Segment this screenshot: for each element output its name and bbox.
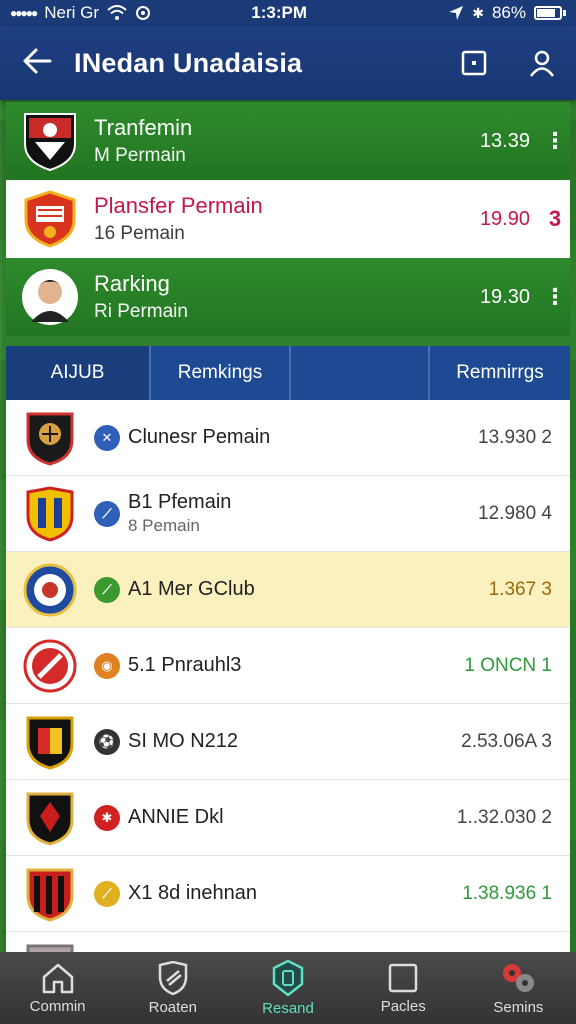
card-more-label[interactable]: 3 [540, 206, 570, 232]
club-list: ✕ Clunesr Pemain 13.930 2 ⟋ B1 Pfemain 8… [6, 400, 570, 952]
crest-icon [6, 410, 94, 466]
status-dot-icon: ⟋ [94, 500, 120, 527]
bluetooth-icon: ✱ [472, 4, 484, 21]
status-right: ✱ 86% [448, 3, 566, 23]
battery-label: 86% [491, 3, 526, 22]
badge-icon [272, 959, 304, 996]
crest-icon [6, 866, 94, 922]
card-transfer[interactable]: Tranfemin M Permain 13.39 ⋮ [6, 102, 570, 180]
gears-icon [503, 963, 535, 992]
club-value: 2.53.06A 3 [461, 730, 552, 752]
card-title: Tranfemin [94, 115, 193, 140]
club-name: SI MO N212 [128, 730, 239, 752]
card-value: 19.90 [479, 207, 530, 230]
list-item-partial[interactable] [6, 932, 570, 952]
page-title: INedan Unadaisia [74, 47, 303, 78]
status-dot-icon: ◉ [94, 652, 120, 679]
bottom-navigation: Commin Roaten Resand Pacles Semins [0, 952, 576, 1024]
location-icon [449, 6, 464, 20]
status-time: 1:3:PM [251, 3, 307, 22]
card-value: 13.39 [479, 129, 530, 152]
crest-icon [6, 485, 94, 542]
club-sub: 8 Pemain [128, 516, 200, 535]
nav-label: Roaten [148, 998, 197, 1016]
card-plansfer[interactable]: Plansfer Permain 16 Pemain 19.90 3 [6, 180, 570, 258]
list-item[interactable]: ⚽ SI MO N212 2.53.06A 3 [6, 704, 570, 780]
shield-icon [158, 960, 188, 995]
square-icon [461, 50, 487, 76]
carrier-label: Neri Gr [44, 3, 100, 22]
club-name: Clunesr Pemain [128, 426, 271, 448]
crest-icon [6, 790, 94, 846]
crest-icon [6, 714, 94, 770]
list-item[interactable]: ⟋ B1 Pfemain 8 Pemain 12.980 4 [6, 476, 570, 552]
tab-bar: AIJUB Remkings Remnirrgs [6, 346, 570, 400]
club-value: 1 ONCN 1 [464, 654, 552, 676]
tab-remnirrgs[interactable]: Remnirrgs [430, 346, 570, 400]
square-button[interactable] [440, 50, 508, 76]
nav-label: Resand [262, 999, 314, 1017]
club-name: A1 Mer GClub [128, 578, 255, 600]
tab-empty[interactable] [291, 346, 430, 400]
player-avatar [6, 268, 94, 326]
status-bar: ●●●●● Neri Gr 1:3:PM ✱ 86% [0, 0, 576, 26]
card-subtitle: M Permain [94, 145, 186, 166]
club-value: 13.930 2 [478, 426, 552, 448]
club-value: 1..32.030 2 [456, 806, 552, 828]
crest-icon [6, 639, 94, 693]
more-options-icon[interactable]: ⋮ [540, 284, 570, 310]
nav-semins[interactable]: Semins [461, 952, 576, 1024]
back-arrow-icon [23, 48, 52, 73]
club-name: B1 Pfemain [128, 491, 232, 513]
card-subtitle: 16 Pemain [94, 223, 185, 244]
card-subtitle: Ri Permain [94, 301, 188, 322]
soccer-ball-icon: ⚽ [94, 728, 120, 755]
status-dot-icon: ⟋ [94, 880, 120, 907]
nav-commin[interactable]: Commin [0, 952, 115, 1024]
nav-roaten[interactable]: Roaten [115, 952, 230, 1024]
profile-button[interactable] [508, 49, 576, 77]
square-icon [388, 963, 418, 992]
card-ranking[interactable]: Rarking Ri Permain 19.30 ⋮ [6, 258, 570, 336]
crest-icon [6, 110, 94, 172]
club-name: 5.1 Pnrauhl3 [128, 654, 242, 676]
list-item[interactable]: ◉ 5.1 Pnrauhl3 1 ONCN 1 [6, 628, 570, 704]
club-name: X1 8d inehnan [128, 882, 258, 904]
home-icon [42, 963, 73, 993]
app-bar: INedan Unadaisia [0, 26, 576, 100]
battery-icon [534, 6, 562, 20]
crest-icon [6, 563, 94, 617]
battery-tip [563, 10, 566, 16]
status-dot-icon: ⟋ [94, 576, 120, 603]
crest-icon [6, 942, 94, 952]
sync-icon [136, 6, 151, 20]
tab-aijub[interactable]: AIJUB [6, 346, 151, 400]
card-value: 19.30 [479, 285, 530, 308]
nav-pacles[interactable]: Pacles [346, 952, 461, 1024]
club-value: 1.367 3 [488, 578, 552, 600]
list-item[interactable]: ✕ Clunesr Pemain 13.930 2 [6, 400, 570, 476]
wifi-icon [107, 5, 127, 20]
status-dot-icon: ✕ [94, 424, 120, 451]
more-options-icon[interactable]: ⋮ [540, 128, 570, 154]
card-title: Rarking [94, 271, 170, 296]
signal-icon: ●●●●● [10, 6, 38, 20]
list-item-highlighted[interactable]: ⟋ A1 Mer GClub 1.367 3 [6, 552, 570, 628]
club-value: 12.980 4 [478, 502, 552, 524]
nav-label: Pacles [380, 997, 426, 1015]
back-button[interactable] [0, 44, 74, 83]
list-item[interactable]: ⟋ X1 8d inehnan 1.38.936 1 [6, 856, 570, 932]
crest-icon [6, 190, 94, 248]
user-icon [529, 50, 555, 77]
list-item[interactable]: ✱ ANNIE Dkl 1..32.030 2 [6, 780, 570, 856]
club-name: ANNIE Dkl [128, 806, 224, 828]
nav-resand[interactable]: Resand [230, 952, 345, 1024]
club-value: 1.38.936 1 [462, 882, 552, 904]
status-dot-icon: ✱ [94, 804, 120, 831]
card-title: Plansfer Permain [94, 193, 263, 218]
tab-remkings[interactable]: Remkings [151, 346, 291, 400]
nav-label: Commin [29, 997, 86, 1015]
nav-label: Semins [493, 998, 544, 1016]
status-left: ●●●●● Neri Gr [10, 3, 210, 23]
